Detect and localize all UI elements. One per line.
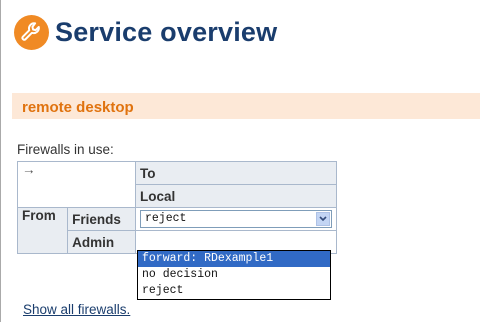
- dropdown-option[interactable]: forward: RDexample1: [138, 251, 330, 267]
- chevron-down-icon[interactable]: [316, 212, 330, 226]
- to-zone-local: Local: [135, 184, 337, 208]
- dropdown-option[interactable]: no decision: [138, 267, 330, 283]
- select-value: reject: [145, 212, 187, 225]
- section-title: remote desktop: [22, 99, 134, 116]
- wrench-icon: [14, 15, 49, 50]
- firewall-rule-select[interactable]: reject: [140, 210, 332, 228]
- dropdown-option[interactable]: reject: [138, 283, 330, 299]
- page-header: Service overview: [14, 15, 277, 50]
- direction-arrow: →: [17, 161, 136, 208]
- from-header: From: [16, 207, 69, 254]
- from-zone-friends: Friends: [67, 207, 136, 231]
- firewall-matrix: → To Local From Friends reject Admin: [16, 161, 337, 254]
- firewalls-label: Firewalls in use:: [17, 142, 114, 157]
- window-border: [0, 0, 1, 322]
- rule-cell: reject: [135, 207, 337, 231]
- show-all-firewalls-link[interactable]: Show all firewalls.: [23, 302, 130, 317]
- from-zone-admin: Admin: [67, 230, 136, 254]
- to-header: To: [135, 161, 337, 185]
- page-title: Service overview: [55, 17, 278, 47]
- rule-dropdown-list: forward: RDexample1 no decision reject: [137, 250, 331, 300]
